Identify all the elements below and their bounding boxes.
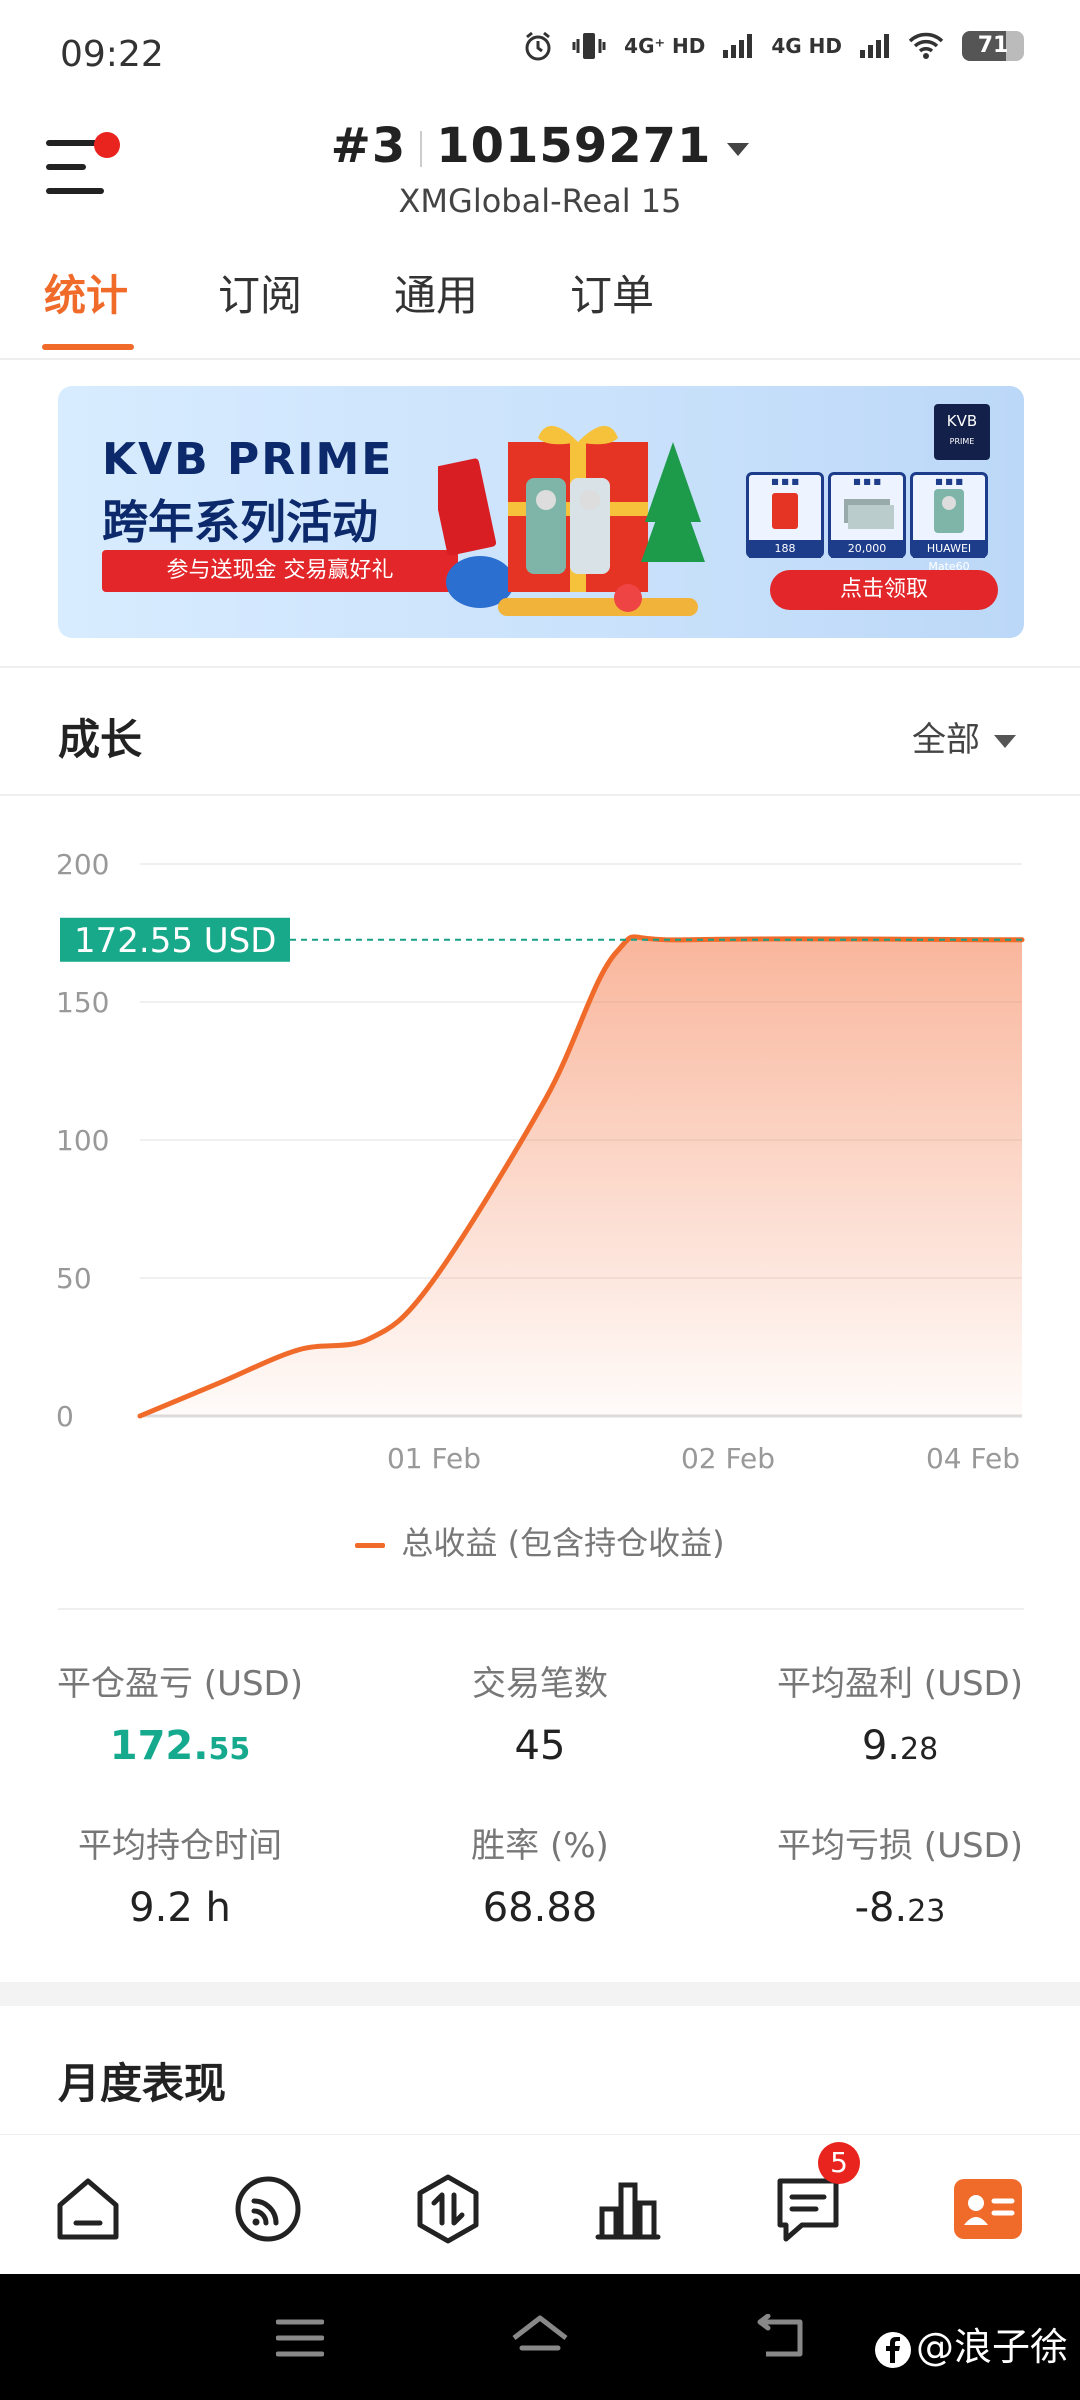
- facebook-icon: [875, 2331, 911, 2368]
- chevron-down-icon: [994, 735, 1016, 748]
- stat-value: 9.2 h: [129, 1885, 231, 1931]
- battery-icon: 71: [962, 31, 1024, 61]
- prize-card: ■ ■ ■ 20,000: [828, 472, 906, 558]
- account-prefix: #3: [330, 118, 407, 174]
- vibrate-icon: [572, 33, 606, 59]
- current-value-label: 172.55 USD: [74, 921, 276, 961]
- x-tick-label: 04 Feb: [926, 1442, 1020, 1475]
- stat-label: 平均持仓时间: [78, 1826, 282, 1866]
- system-home-icon[interactable]: [510, 2314, 570, 2362]
- status-bar: 09:22 4G⁺ HD 4G HD 71: [0, 0, 1080, 110]
- x-tick-label: 02 Feb: [681, 1442, 775, 1475]
- status-time: 09:22: [60, 34, 164, 75]
- stat-value: 45: [514, 1723, 566, 1769]
- stat-avg-loss: 平均亏损 (USD) -8.23: [730, 1818, 1070, 1931]
- tab-stats[interactable]: 统计: [44, 262, 128, 323]
- account-number: 10159271: [436, 118, 712, 174]
- banner-brand: KVB PRIME: [102, 434, 394, 485]
- status-icons: 4G⁺ HD 4G HD 71: [522, 30, 1024, 62]
- stat-value: -8.23: [854, 1885, 946, 1931]
- series-area: [140, 936, 1022, 1416]
- y-tick-label: 150: [56, 986, 109, 1019]
- gift-box-illustration: [438, 425, 705, 616]
- stat-value: 9.28: [861, 1723, 939, 1769]
- tab-general[interactable]: 通用: [394, 262, 478, 323]
- prize-card: ■ ■ ■ HUAWEI Mate60: [910, 472, 988, 573]
- watermark-text: @浪子徐: [874, 2316, 1068, 2371]
- account-selector[interactable]: #3 10159271: [0, 118, 1080, 174]
- recent-apps-icon[interactable]: [276, 2318, 324, 2358]
- prize-label: 20,000: [831, 540, 903, 558]
- claim-button[interactable]: 点击领取: [770, 570, 998, 610]
- active-tab-indicator: [42, 344, 134, 350]
- section-separator: [0, 1982, 1080, 2006]
- banner-ribbon: 参与送现金 交易赢好礼: [102, 550, 458, 592]
- kvb-logo: KVB PRIME: [934, 404, 990, 460]
- stat-win-rate: 胜率 (%) 68.88: [370, 1818, 710, 1931]
- stat-closed-pnl: 平仓盈亏 (USD) 172.55: [10, 1656, 350, 1769]
- prize-card: ■ ■ ■ 188: [746, 472, 824, 558]
- bottom-nav: [0, 2134, 1080, 2275]
- stat-value: 172.55: [109, 1723, 251, 1769]
- section-title-monthly: 月度表现: [58, 2059, 227, 2108]
- stat-avg-profit: 平均盈利 (USD) 9.28: [730, 1656, 1070, 1769]
- trade-icon[interactable]: [412, 2173, 484, 2245]
- alarm-icon: [525, 31, 551, 61]
- stat-value: 68.88: [482, 1885, 598, 1931]
- y-tick-label: 100: [56, 1124, 109, 1157]
- messages-badge: 5: [818, 2142, 860, 2184]
- legend-label: 总收益 (包含持仓收益): [401, 1524, 725, 1562]
- tab-subscribe[interactable]: 订阅: [218, 262, 302, 323]
- divider: [0, 794, 1080, 796]
- divider: [0, 666, 1080, 668]
- stat-label: 平均盈利 (USD): [777, 1664, 1023, 1704]
- chart-icon[interactable]: [592, 2173, 664, 2245]
- tab-orders[interactable]: 订单: [570, 262, 654, 323]
- battery-level: 71: [977, 33, 1009, 58]
- y-tick-label: 200: [56, 848, 109, 881]
- network-label-1: 4G⁺ HD: [624, 34, 706, 58]
- prize-label: HUAWEI Mate60: [913, 540, 985, 573]
- stat-trade-count: 交易笔数 45: [370, 1656, 710, 1769]
- banner-title: 跨年系列活动: [102, 495, 378, 549]
- stat-label: 平仓盈亏 (USD): [57, 1664, 303, 1704]
- prize-label: 188: [749, 540, 821, 558]
- stat-avg-hold-time: 平均持仓时间 9.2 h: [10, 1818, 350, 1931]
- back-icon[interactable]: [756, 2314, 808, 2362]
- wifi-icon: [908, 32, 944, 59]
- legend-swatch: [355, 1542, 386, 1548]
- section-title-growth: 成长: [58, 715, 143, 764]
- messages-icon[interactable]: [772, 2173, 844, 2245]
- home-icon[interactable]: [52, 2173, 124, 2245]
- promo-banner[interactable]: KVB PRIME 跨年系列活动 参与送现金 交易赢好礼 KVB PRIME ■ …: [58, 386, 1024, 638]
- chevron-down-icon: [727, 142, 750, 156]
- stat-label: 胜率 (%): [471, 1826, 609, 1866]
- y-tick-label: 50: [56, 1262, 92, 1295]
- network-label-2: 4G HD: [771, 34, 842, 58]
- signal-icon[interactable]: [232, 2173, 304, 2245]
- server-name: XMGlobal-Real 15: [398, 182, 682, 220]
- tab-bar: 统计 订阅 通用 订单: [0, 262, 1080, 360]
- signal-bars-2-icon: [860, 34, 889, 58]
- y-tick-label: 0: [56, 1400, 74, 1433]
- chart-legend: 总收益 (包含持仓收益): [0, 1518, 1080, 1564]
- stat-label: 交易笔数: [472, 1664, 608, 1704]
- signal-bars-icon: [723, 34, 753, 58]
- range-filter-dropdown[interactable]: 全部: [912, 712, 1016, 761]
- growth-chart: 200 150 100 50 0 172.55 USD 01 Feb 02 Feb 04 F…: [56, 848, 1025, 1475]
- range-filter-label: 全部: [912, 720, 980, 760]
- stat-label: 平均亏损 (USD): [777, 1826, 1023, 1866]
- divider: [58, 1608, 1024, 1610]
- profile-icon[interactable]: [952, 2173, 1024, 2245]
- x-tick-label: 01 Feb: [387, 1442, 481, 1475]
